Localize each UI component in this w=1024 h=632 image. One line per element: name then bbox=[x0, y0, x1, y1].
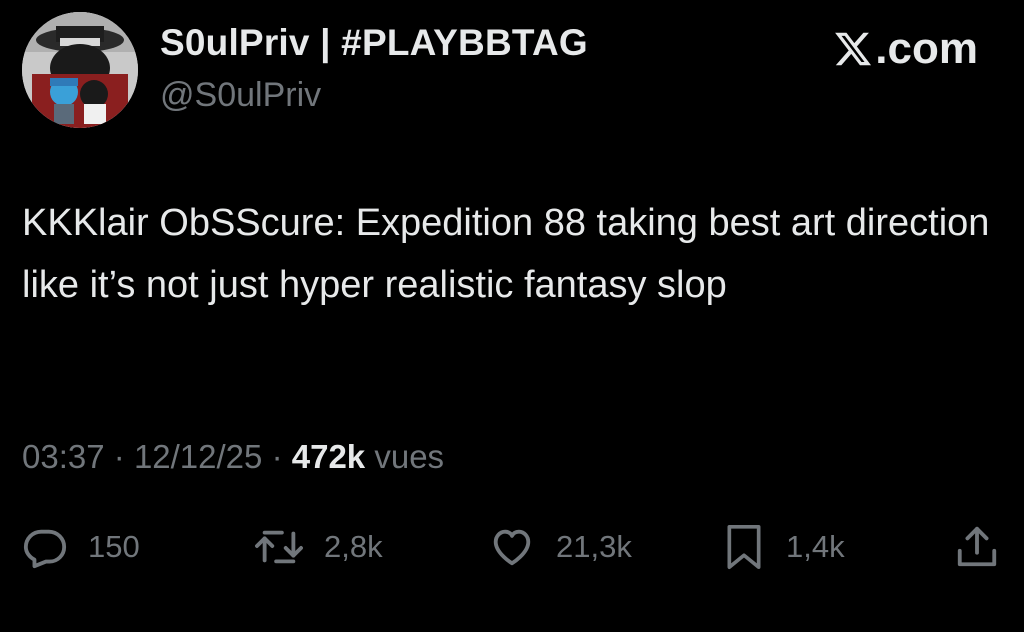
heart-icon bbox=[493, 529, 531, 566]
tweet-time[interactable]: 03:37 bbox=[22, 438, 105, 475]
meta-separator: · bbox=[113, 438, 125, 475]
reply-button[interactable]: 150 bbox=[22, 522, 140, 572]
meta-separator: · bbox=[271, 438, 283, 475]
views-count: 472k bbox=[291, 438, 366, 475]
like-button[interactable]: 21,3k bbox=[488, 522, 632, 572]
tweet-text: KKKlair ObSScure: Expedition 88 taking b… bbox=[22, 202, 990, 306]
repost-button[interactable]: 2,8k bbox=[254, 522, 383, 572]
avatar[interactable] bbox=[22, 12, 138, 128]
author-display-name[interactable]: S0ulPriv | #PLAYBBTAG bbox=[160, 22, 588, 64]
tweet-meta: 03:37 · 12/12/25 · 472k vues bbox=[22, 438, 444, 476]
bookmark-count: 1,4k bbox=[786, 529, 845, 564]
share-icon bbox=[957, 526, 997, 567]
author-handle[interactable]: @S0ulPriv bbox=[160, 76, 321, 115]
profile-avatar-image bbox=[22, 12, 138, 128]
bookmark-button[interactable]: 1,4k bbox=[722, 522, 845, 572]
share-button[interactable] bbox=[954, 522, 1000, 572]
repost-count: 2,8k bbox=[324, 529, 383, 564]
views-label: vues bbox=[374, 438, 445, 475]
bookmark-icon bbox=[727, 524, 761, 569]
x-logo-icon bbox=[833, 29, 873, 69]
like-count: 21,3k bbox=[556, 529, 632, 564]
brand-domain-text: .com bbox=[875, 24, 978, 73]
reply-count: 150 bbox=[88, 529, 140, 564]
tweet-date[interactable]: 12/12/25 bbox=[134, 438, 262, 475]
brand-watermark: .com bbox=[833, 24, 978, 74]
reply-icon bbox=[23, 529, 67, 569]
repost-icon bbox=[255, 530, 303, 564]
action-bar: 150 2,8k 21,3k 1,4k bbox=[22, 522, 1002, 572]
